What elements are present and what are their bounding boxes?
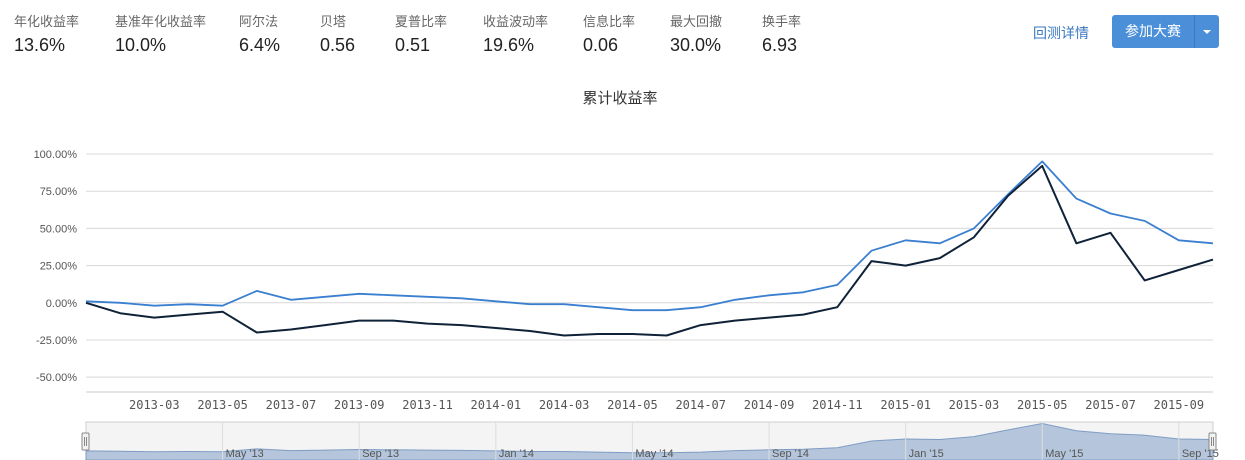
x-tick-label: 2014-07	[675, 398, 726, 412]
x-tick-label: 2013-03	[129, 398, 180, 412]
navigator-label: Sep '14	[772, 448, 809, 460]
y-tick-label: 0.00%	[46, 298, 77, 310]
navigator-label: Jan '15	[909, 448, 944, 460]
y-tick-label: -50.00%	[36, 372, 77, 384]
x-tick-label: 2015-09	[1154, 398, 1205, 412]
cumulative-return-chart: 累计收益率 100.00% 75.00% 50.00% 25.00% 0.00% -25.…	[34, 90, 1219, 460]
y-tick-label: 100.00%	[34, 149, 78, 161]
y-tick-label: 25.00%	[40, 261, 78, 273]
x-tick-label: 2014-09	[744, 398, 795, 412]
x-tick-label: 2015-07	[1085, 398, 1136, 412]
x-tick-label: 2014-11	[812, 398, 863, 412]
x-tick-label: 2015-05	[1017, 398, 1068, 412]
navigator-label: May '13	[226, 448, 264, 460]
x-tick-label: 2013-07	[266, 398, 317, 412]
x-tick-label: 2013-11	[402, 398, 453, 412]
chart-title: 累计收益率	[582, 90, 657, 107]
navigator-left-handle[interactable]	[81, 432, 90, 451]
x-tick-label: 2015-01	[880, 398, 931, 412]
x-tick-label: 2013-05	[197, 398, 248, 412]
benchmark-return-line	[85, 160, 1214, 312]
y-tick-label: 75.00%	[40, 186, 78, 198]
navigator-label: Jan '14	[499, 448, 534, 460]
x-tick-label: 2014-03	[539, 398, 590, 412]
x-tick-label: 2015-03	[949, 398, 1000, 412]
y-tick-label: -25.00%	[36, 335, 77, 347]
navigator-right-handle[interactable]	[1208, 432, 1217, 451]
x-tick-label: 2014-05	[607, 398, 658, 412]
navigator-label: Sep '13	[362, 448, 399, 460]
x-tick-label: 2014-01	[471, 398, 522, 412]
y-tick-label: 50.00%	[40, 223, 78, 235]
navigator-label: May '14	[635, 448, 673, 460]
navigator-label: May '15	[1045, 448, 1083, 460]
x-tick-label: 2013-09	[334, 398, 385, 412]
